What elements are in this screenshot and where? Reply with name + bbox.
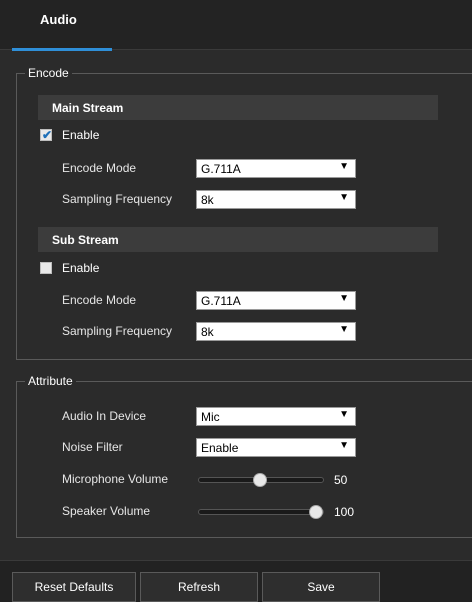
noise-filter-label: Noise Filter xyxy=(62,440,123,454)
main-stream-enable-checkbox[interactable]: ✔ xyxy=(40,128,53,142)
chevron-down-icon: ▼ xyxy=(339,409,349,420)
main-sampling-label: Sampling Frequency xyxy=(62,192,173,206)
sub-stream-enable-label: Enable xyxy=(62,261,100,275)
attribute-legend: Attribute xyxy=(28,374,73,388)
main-sampling-value: 8k xyxy=(201,193,214,207)
main-encode-mode-label: Encode Mode xyxy=(62,161,137,175)
main-stream-enable-label: Enable xyxy=(62,128,100,142)
microphone-volume-slider-thumb[interactable] xyxy=(253,473,267,487)
main-encode-mode-value: G.711A xyxy=(201,162,241,176)
chevron-down-icon: ▼ xyxy=(339,440,349,451)
encode-legend: Encode xyxy=(28,66,69,80)
main-stream-header: Main Stream xyxy=(38,95,438,120)
tab-audio-label: Audio xyxy=(40,12,77,27)
noise-filter-select[interactable]: Enable ▼ xyxy=(196,438,356,457)
refresh-button[interactable]: Refresh xyxy=(140,572,258,602)
tab-bar: Audio xyxy=(0,0,472,51)
sub-sampling-select[interactable]: 8k ▼ xyxy=(196,322,356,341)
chevron-down-icon: ▼ xyxy=(339,324,349,335)
audio-in-device-label: Audio In Device xyxy=(62,409,147,423)
noise-filter-value: Enable xyxy=(201,441,239,455)
sub-encode-mode-value: G.711A xyxy=(201,294,241,308)
speaker-volume-value: 100 xyxy=(334,505,355,519)
check-icon: ✔ xyxy=(41,128,53,142)
main-sampling-select[interactable]: 8k ▼ xyxy=(196,190,356,209)
speaker-volume-label: Speaker Volume xyxy=(62,504,151,518)
sub-encode-mode-label: Encode Mode xyxy=(62,293,137,307)
save-button[interactable]: Save xyxy=(262,572,380,602)
speaker-volume-slider-thumb[interactable] xyxy=(309,505,323,519)
microphone-volume-slider[interactable] xyxy=(198,473,324,487)
microphone-volume-value: 50 xyxy=(334,473,348,487)
tab-audio[interactable]: Audio xyxy=(12,0,112,51)
audio-in-device-select[interactable]: Mic ▼ xyxy=(196,407,356,426)
sub-stream-header: Sub Stream xyxy=(38,227,438,252)
main-encode-mode-select[interactable]: G.711A ▼ xyxy=(196,159,356,178)
chevron-down-icon: ▼ xyxy=(339,161,349,172)
active-tab-indicator xyxy=(12,48,112,51)
sub-sampling-value: 8k xyxy=(201,325,214,339)
sub-stream-enable-checkbox[interactable] xyxy=(40,262,52,274)
speaker-volume-slider[interactable] xyxy=(198,505,324,519)
reset-defaults-button[interactable]: Reset Defaults xyxy=(12,572,136,602)
chevron-down-icon: ▼ xyxy=(339,293,349,304)
microphone-volume-label: Microphone Volume xyxy=(62,472,169,486)
sub-sampling-label: Sampling Frequency xyxy=(62,324,173,338)
chevron-down-icon: ▼ xyxy=(339,192,349,203)
audio-in-device-value: Mic xyxy=(201,410,220,424)
sub-encode-mode-select[interactable]: G.711A ▼ xyxy=(196,291,356,310)
